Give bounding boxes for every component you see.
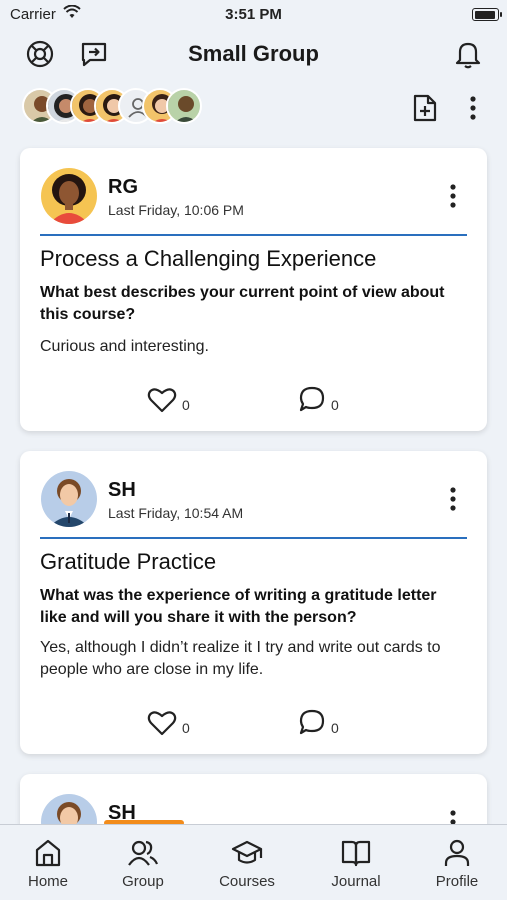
group-members[interactable] — [22, 88, 322, 128]
post-answer: Yes, although I didn’t realize it I try … — [40, 639, 441, 678]
post-timestamp: Last Friday, 10:54 AM — [108, 505, 244, 521]
post-card[interactable]: SH Last Friday, 10:54 AM Gratitude Pract… — [20, 451, 487, 754]
tab-journal[interactable]: Journal — [311, 825, 401, 900]
post-timestamp: Last Friday, 10:06 PM — [108, 202, 244, 218]
heart-icon — [147, 711, 177, 736]
author-name: SH — [108, 479, 136, 501]
title-divider — [40, 234, 467, 236]
post-title: Gratitude Practice — [40, 549, 217, 574]
group-icon — [127, 837, 159, 869]
clock: 3:51 PM — [225, 6, 282, 23]
member-avatar[interactable] — [166, 88, 202, 124]
author-avatar[interactable] — [41, 168, 97, 224]
tab-home[interactable]: Home — [3, 825, 93, 900]
new-post-icon[interactable] — [409, 90, 441, 126]
comment-count: 0 — [331, 397, 339, 413]
page-title: Small Group — [188, 41, 319, 66]
tab-bar: Home Group Courses Journal Profile — [0, 824, 507, 900]
post-menu-icon[interactable] — [441, 485, 465, 513]
app-header: Small Group — [0, 28, 507, 80]
comment-count: 0 — [331, 720, 339, 736]
tab-label: Group — [122, 873, 164, 890]
comment-button[interactable]: 0 — [298, 385, 339, 413]
tab-group[interactable]: Group — [98, 825, 188, 900]
like-button[interactable]: 0 — [147, 386, 190, 413]
author-name: RG — [108, 176, 138, 198]
post-title: Process a Challenging Experience — [40, 246, 377, 271]
post-menu-icon[interactable] — [441, 182, 465, 210]
tab-label: Profile — [435, 873, 479, 890]
comment-icon — [299, 709, 325, 735]
tab-courses[interactable]: Courses — [202, 825, 292, 900]
post-card[interactable]: RG Last Friday, 10:06 PM Process a Chall… — [20, 148, 487, 431]
heart-icon — [147, 388, 177, 413]
comment-button[interactable]: 0 — [298, 708, 339, 736]
book-icon — [340, 837, 372, 869]
more-vertical-icon[interactable] — [457, 90, 489, 126]
bell-icon[interactable] — [451, 37, 485, 71]
post-question: What was the experience of writing a gra… — [40, 587, 437, 626]
home-icon — [34, 837, 62, 869]
status-bar: Carrier 3:51 PM — [0, 0, 507, 28]
post-answer: Curious and interesting. — [40, 338, 209, 355]
person-icon — [443, 837, 471, 869]
graduation-cap-icon — [231, 837, 263, 869]
like-count: 0 — [182, 397, 190, 413]
post-question: What best describes your current point o… — [40, 284, 445, 323]
title-divider — [40, 537, 467, 539]
like-button[interactable]: 0 — [147, 709, 190, 736]
tab-label: Courses — [219, 873, 275, 890]
author-avatar[interactable] — [41, 471, 97, 527]
tab-label: Journal — [331, 873, 381, 890]
tab-label: Home — [27, 873, 68, 890]
tab-profile[interactable]: Profile — [412, 825, 502, 900]
like-count: 0 — [182, 720, 190, 736]
battery-icon — [472, 8, 502, 21]
comment-icon — [299, 386, 325, 412]
